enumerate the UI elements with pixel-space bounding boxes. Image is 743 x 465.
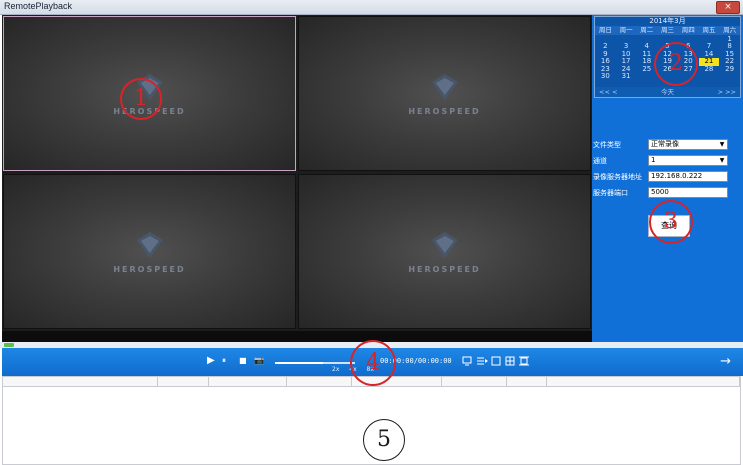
monitor-icon[interactable] bbox=[462, 356, 472, 366]
weekday-label: 周六 bbox=[723, 26, 737, 34]
annotation-marker-4: 4 bbox=[350, 340, 396, 386]
annotation-marker-5: 5 bbox=[363, 419, 405, 461]
herospeed-logo: HEROSPEED bbox=[408, 230, 480, 274]
file-type-label: 文件类型 bbox=[593, 141, 621, 149]
stop-icon[interactable]: ■ bbox=[239, 355, 247, 367]
quad-view-icon[interactable] bbox=[505, 356, 515, 366]
weekday-label: 周四 bbox=[681, 26, 695, 34]
list-column-header[interactable] bbox=[287, 377, 353, 386]
next-arrow-icon[interactable]: → bbox=[720, 354, 731, 369]
channel-label: 通道 bbox=[593, 157, 607, 165]
watermark-text: HEROSPEED bbox=[408, 264, 481, 274]
annotation-marker-3: 3 bbox=[649, 200, 693, 244]
list-column-header[interactable] bbox=[158, 377, 210, 386]
file-type-row: 文件类型 正常录像 ▼ bbox=[592, 139, 743, 151]
calendar-next-button[interactable]: > >> bbox=[714, 87, 740, 97]
weekday-label: 周一 bbox=[619, 26, 633, 34]
watermark-text: HEROSPEED bbox=[113, 264, 186, 274]
server-address-label: 录像服务器地址 bbox=[593, 173, 642, 181]
splitter-indicator bbox=[4, 343, 14, 347]
channel-select[interactable]: 1 ▼ bbox=[648, 155, 728, 166]
single-view-icon[interactable] bbox=[491, 356, 501, 366]
annotation-marker-1: 1 bbox=[120, 78, 162, 120]
herospeed-logo: HEROSPEED bbox=[408, 72, 480, 116]
video-area: HEROSPEED HEROSPEED HEROSPEED HEROSPEED bbox=[2, 15, 592, 342]
camera-snapshot-icon[interactable]: 📷 bbox=[254, 355, 264, 367]
video-pane-3[interactable]: HEROSPEED bbox=[3, 174, 296, 329]
herospeed-logo-icon bbox=[136, 231, 163, 258]
calendar-day-empty bbox=[719, 73, 740, 80]
weekday-label: 周五 bbox=[702, 26, 716, 34]
video-pane-4[interactable]: HEROSPEED bbox=[298, 174, 591, 329]
calendar-footer: << < 今天 > >> bbox=[595, 87, 740, 97]
list-column-header[interactable] bbox=[209, 377, 288, 386]
chevron-down-icon: ▼ bbox=[719, 141, 725, 148]
list-arrow-icon[interactable] bbox=[476, 356, 488, 366]
channel-value: 1 bbox=[651, 156, 656, 164]
calendar-day-empty bbox=[636, 73, 657, 80]
video-bottom-strip bbox=[2, 331, 592, 342]
list-column-header[interactable] bbox=[507, 377, 547, 386]
calendar-prev-button[interactable]: << < bbox=[595, 87, 621, 97]
herospeed-logo-icon bbox=[431, 73, 458, 100]
file-type-select[interactable]: 正常录像 ▼ bbox=[648, 139, 728, 150]
close-button[interactable]: × bbox=[716, 1, 740, 14]
list-column-header[interactable] bbox=[3, 377, 158, 386]
calendar-today-button[interactable]: 今天 bbox=[657, 87, 678, 97]
list-column-header[interactable] bbox=[547, 377, 740, 386]
annotation-marker-2: 2 bbox=[654, 42, 698, 86]
title-bar: RemotePlayback × bbox=[0, 0, 743, 15]
slider-fill bbox=[275, 362, 323, 364]
calendar-day[interactable]: 30 bbox=[595, 72, 616, 80]
weekday-label: 周日 bbox=[598, 26, 612, 34]
fullscreen-icon[interactable] bbox=[519, 356, 529, 366]
calendar-day[interactable]: 28 bbox=[699, 65, 720, 73]
play-icon[interactable]: ▶ bbox=[207, 355, 215, 367]
calendar-weekdays: 周日 周一 周二 周三 周四 周五 周六 bbox=[595, 26, 740, 35]
watermark-text: HEROSPEED bbox=[408, 106, 481, 116]
herospeed-logo-icon bbox=[431, 231, 458, 258]
chevron-down-icon: ▼ bbox=[719, 157, 725, 164]
list-column-header[interactable] bbox=[442, 377, 507, 386]
playback-progress-slider[interactable] bbox=[275, 362, 355, 364]
file-type-value: 正常录像 bbox=[651, 140, 679, 148]
channel-row: 通道 1 ▼ bbox=[592, 155, 743, 167]
server-port-row: 服务器端口 5000 bbox=[592, 187, 743, 199]
server-port-label: 服务器端口 bbox=[593, 189, 628, 197]
server-port-input[interactable]: 5000 bbox=[648, 187, 728, 198]
server-address-input[interactable]: 192.168.0.222 bbox=[648, 171, 728, 182]
server-address-row: 录像服务器地址 192.168.0.222 bbox=[592, 171, 743, 183]
herospeed-logo: HEROSPEED bbox=[113, 230, 185, 274]
window-title: RemotePlayback bbox=[4, 1, 73, 11]
video-pane-2[interactable]: HEROSPEED bbox=[298, 16, 591, 171]
calendar-day[interactable]: 31 bbox=[616, 72, 637, 80]
pause-icon[interactable]: ⏸ bbox=[222, 355, 226, 367]
calendar-day-empty bbox=[699, 73, 720, 80]
weekday-label: 周二 bbox=[640, 26, 654, 34]
weekday-label: 周三 bbox=[661, 26, 675, 34]
calendar-day[interactable]: 29 bbox=[719, 65, 740, 73]
calendar-header: 2014年3月 bbox=[649, 17, 686, 25]
